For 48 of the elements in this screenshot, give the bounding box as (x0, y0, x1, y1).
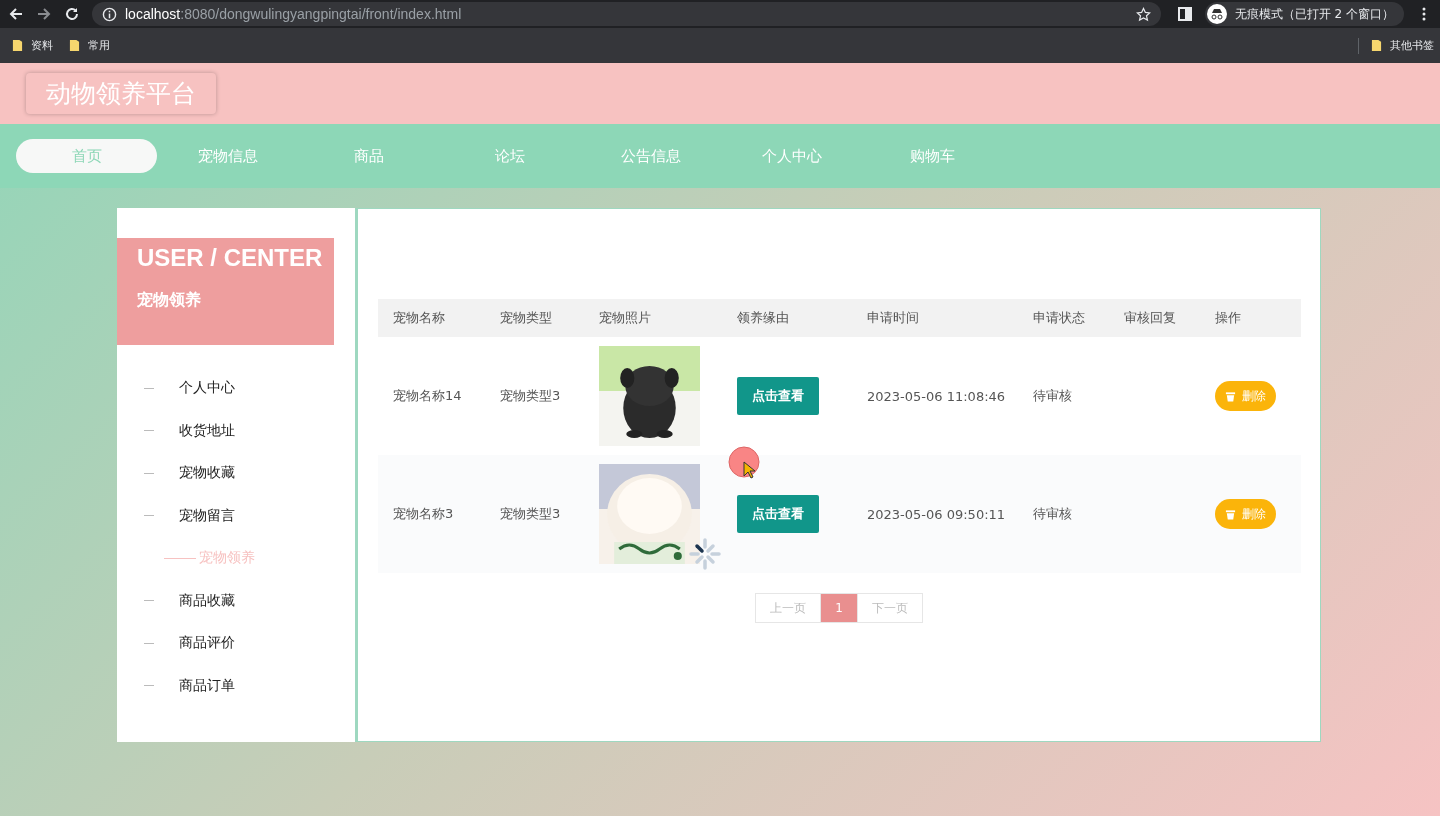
sidebar-item[interactable]: 商品评价 (179, 634, 235, 653)
column-header: 宠物类型 (500, 310, 552, 325)
column-header: 操作 (1215, 310, 1241, 325)
folder-icon (1371, 39, 1382, 52)
bookmark-item[interactable]: 资料 (12, 38, 53, 53)
incognito-icon (1206, 4, 1227, 24)
loading-spinner-icon (687, 536, 723, 572)
sidebar-item[interactable]: 宠物留言 (179, 506, 235, 525)
table-cell: 宠物名称14 (393, 388, 462, 403)
column-header: 审核回复 (1124, 310, 1176, 325)
table-cell: 宠物类型3 (500, 506, 561, 521)
sidebar-title: USER / CENTER (137, 244, 324, 272)
table-cell: 宠物名称3 (393, 506, 454, 521)
forward-icon[interactable] (36, 6, 52, 22)
trash-icon (1225, 390, 1236, 402)
column-header: 申请时间 (867, 310, 919, 325)
column-header: 宠物照片 (599, 310, 651, 325)
url-text: localhost:8080/dongwulingyangpingtai/front/index.html (125, 6, 463, 22)
table-cell: 待审核 (1033, 506, 1072, 521)
sidebar-item[interactable]: 商品收藏 (179, 591, 235, 610)
star-icon[interactable] (1135, 6, 1151, 22)
back-icon[interactable] (8, 6, 24, 22)
cursor-icon (728, 446, 762, 480)
folder-icon (69, 39, 80, 52)
sidebar-item[interactable]: 宠物收藏 (179, 464, 235, 483)
sidebar-item[interactable]: 商品订单 (179, 676, 235, 695)
incognito-chip[interactable]: 无痕模式（已打开 2 个窗口） (1204, 2, 1404, 26)
column-header: 宠物名称 (393, 310, 445, 325)
page-button[interactable]: 1 (821, 593, 857, 623)
bookmark-item[interactable]: 其他书签 (1371, 38, 1434, 53)
sidebar-item[interactable]: 个人中心 (179, 379, 235, 398)
address-bar[interactable]: localhost:8080/dongwulingyangpingtai/front/index.html (92, 2, 1161, 26)
table-cell: 2023-05-06 09:50:11 (867, 506, 1006, 522)
sidebar-subtitle: 宠物领养 (137, 290, 202, 311)
info-icon (102, 6, 117, 22)
view-button[interactable]: 点击查看 (737, 377, 819, 415)
bookmark-item[interactable]: 常用 (69, 38, 110, 53)
sidebar-item[interactable]: 收货地址 (179, 421, 235, 440)
folder-icon (12, 39, 23, 52)
table-cell: 2023-05-06 11:08:46 (867, 388, 1006, 404)
table-cell: 宠物类型3 (500, 388, 561, 403)
table-cell: 待审核 (1033, 388, 1072, 403)
column-header: 申请状态 (1033, 310, 1085, 325)
side-panel-icon[interactable] (1176, 6, 1193, 22)
trash-icon (1225, 508, 1236, 520)
reload-icon[interactable] (64, 6, 80, 22)
view-button[interactable]: 点击查看 (737, 495, 819, 533)
column-header: 领养缘由 (737, 310, 789, 325)
